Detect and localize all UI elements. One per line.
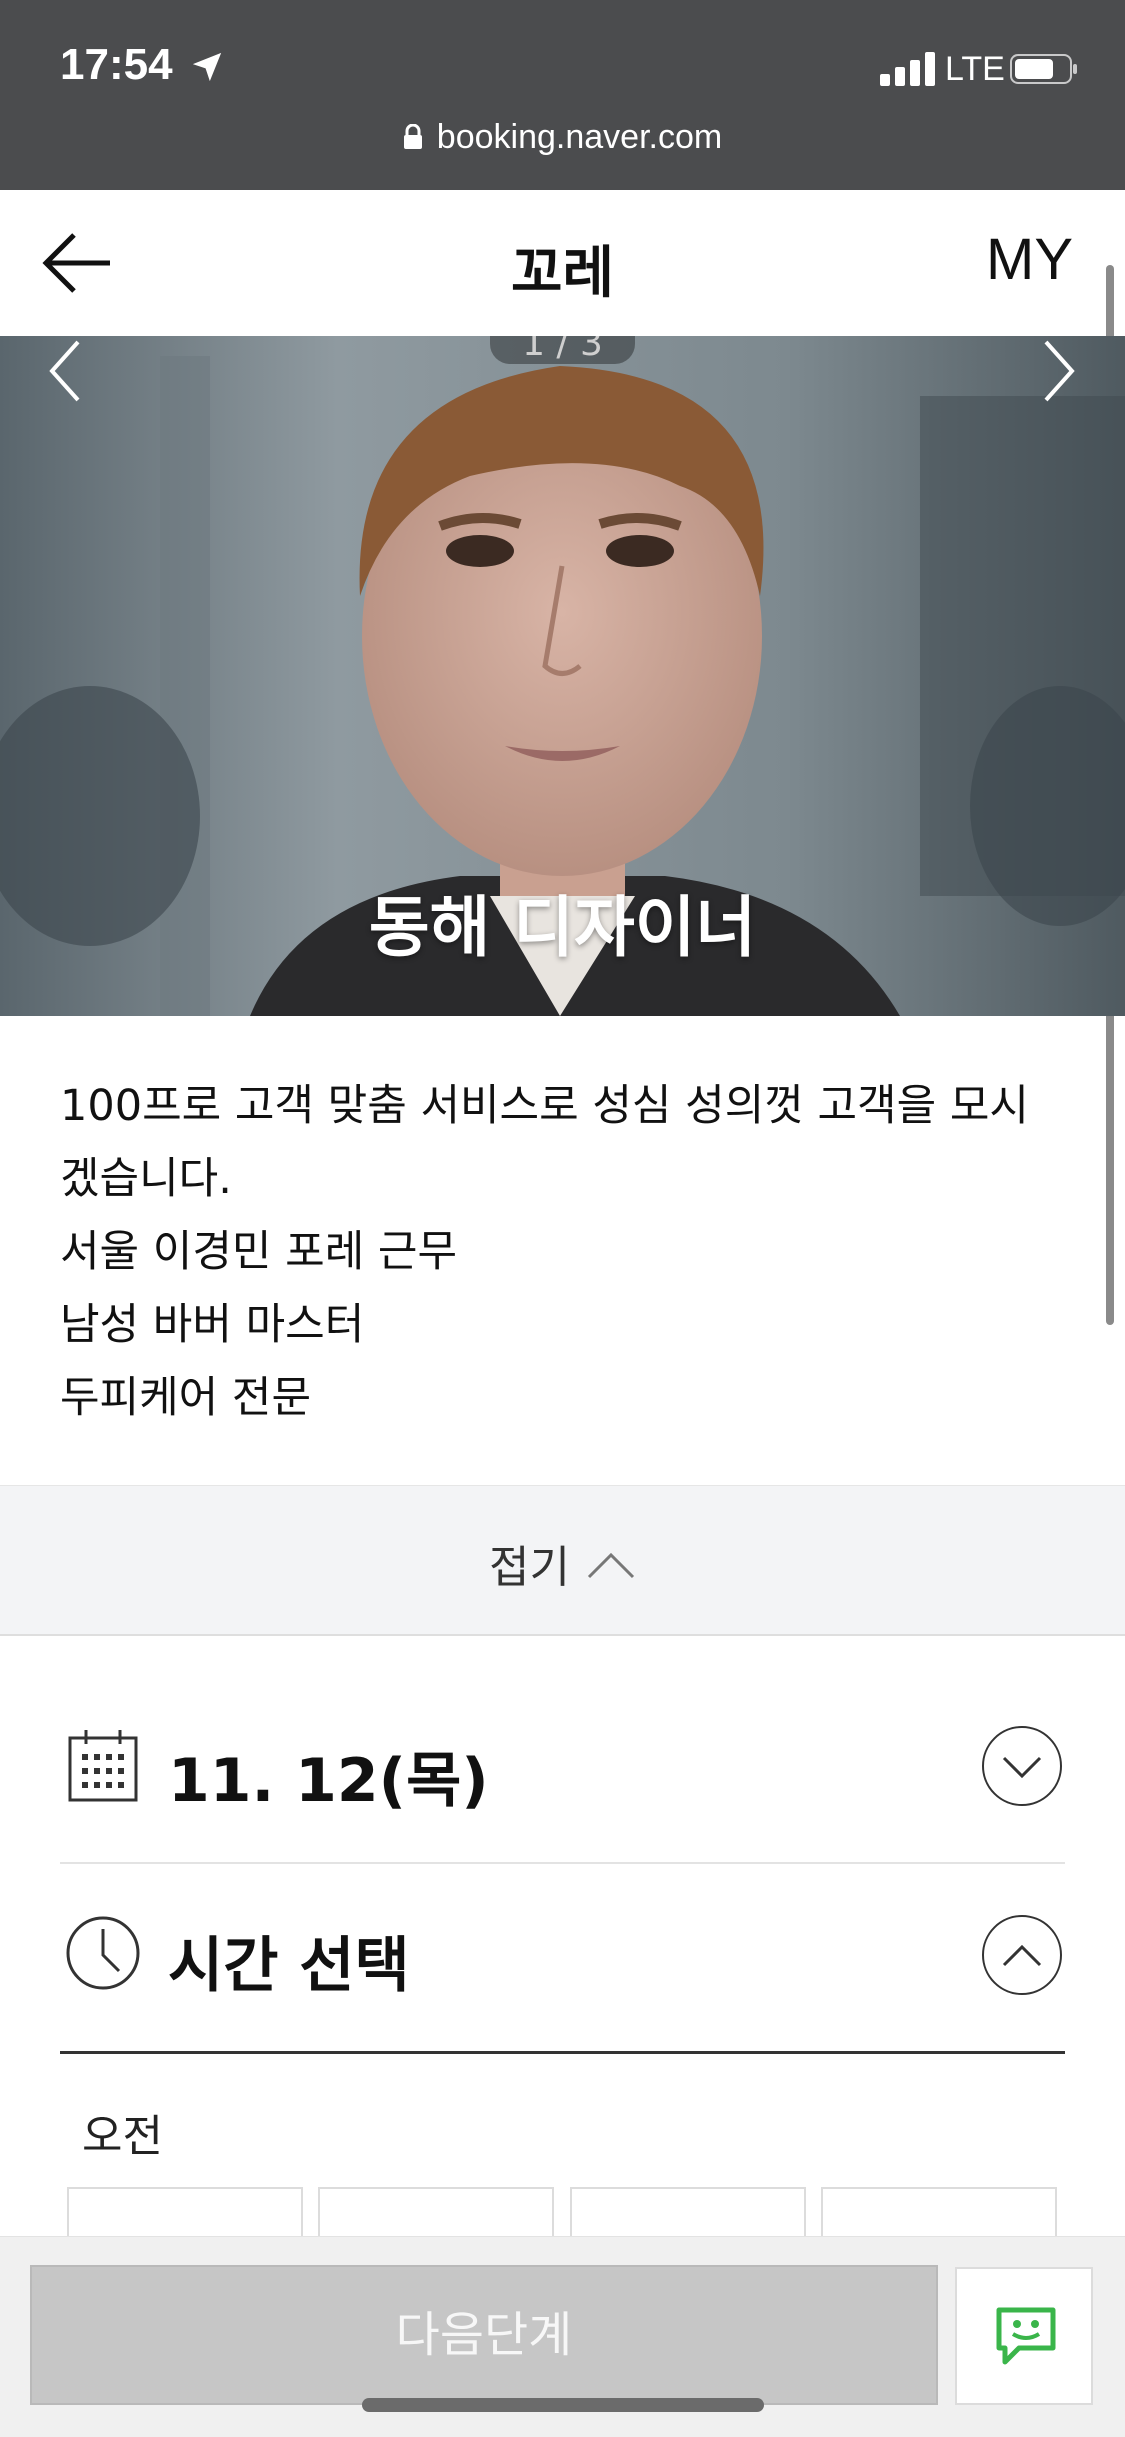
fold-label-row: 접기 (0, 1531, 1125, 1595)
home-indicator (362, 2398, 764, 2412)
time-selector[interactable]: 시간 선택 (60, 1915, 1065, 2035)
talk-button[interactable] (955, 2267, 1093, 2405)
fold-label: 접기 (489, 1542, 570, 1593)
signal-icon (880, 52, 935, 86)
url-text: booking.naver.com (436, 118, 723, 156)
my-button[interactable]: MY (986, 226, 1073, 293)
battery-icon (1010, 54, 1077, 84)
calendar-icon (68, 1730, 138, 1802)
description-line: 두피케어 전문 (60, 1373, 312, 1423)
network-label: LTE (945, 50, 1005, 88)
date-expand-button[interactable] (982, 1726, 1062, 1806)
designer-description: 100프로 고객 맞춤 서비스로 성심 성의껏 고객을 모시 겠습니다. 서울 … (60, 1070, 1070, 1435)
fold-button[interactable]: 접기 (0, 1485, 1125, 1636)
time-collapse-button[interactable] (982, 1915, 1062, 1995)
status-bar: 17:54 LTE booking.naver.com (0, 0, 1125, 190)
period-am-label: 오전 (82, 2111, 163, 2162)
description-line: 100프로 고객 맞춤 서비스로 성심 성의껏 고객을 모시 (60, 1081, 1029, 1131)
time-select-label: 시간 선택 (168, 1931, 410, 2001)
chevron-up-icon (587, 1552, 635, 1579)
description-line: 겠습니다. (60, 1154, 232, 1204)
chevron-left-icon[interactable] (44, 336, 84, 406)
clock-icon (66, 1916, 140, 1990)
designer-name: 동해 디자이너 (368, 889, 757, 966)
page-title: 꼬레 (510, 241, 615, 306)
status-time: 17:54 (60, 40, 173, 89)
description-line: 남성 바버 마스터 (60, 1300, 365, 1350)
selected-date: 11. 12(목) (168, 1746, 489, 1816)
lock-icon (403, 124, 422, 149)
designer-photo-gallery[interactable]: 1 / 3 동해 디자이너 (0, 336, 1125, 1016)
location-arrow-icon (192, 52, 222, 82)
app-header: 꼬레 MY (0, 190, 1125, 336)
chevron-right-icon[interactable] (1040, 336, 1080, 406)
gallery-counter: 1 / 3 (490, 336, 635, 364)
divider (60, 1862, 1065, 1864)
next-step-button[interactable]: 다음단계 (30, 2265, 938, 2405)
date-selector[interactable]: 11. 12(목) (60, 1726, 1065, 1860)
chevron-down-icon (1002, 1756, 1042, 1779)
description-line: 서울 이경민 포레 근무 (60, 1227, 458, 1277)
chevron-up-icon (1002, 1944, 1042, 1967)
divider (60, 2051, 1065, 2054)
talk-icon (996, 2307, 1056, 2365)
url-bar[interactable]: booking.naver.com (0, 118, 1125, 157)
